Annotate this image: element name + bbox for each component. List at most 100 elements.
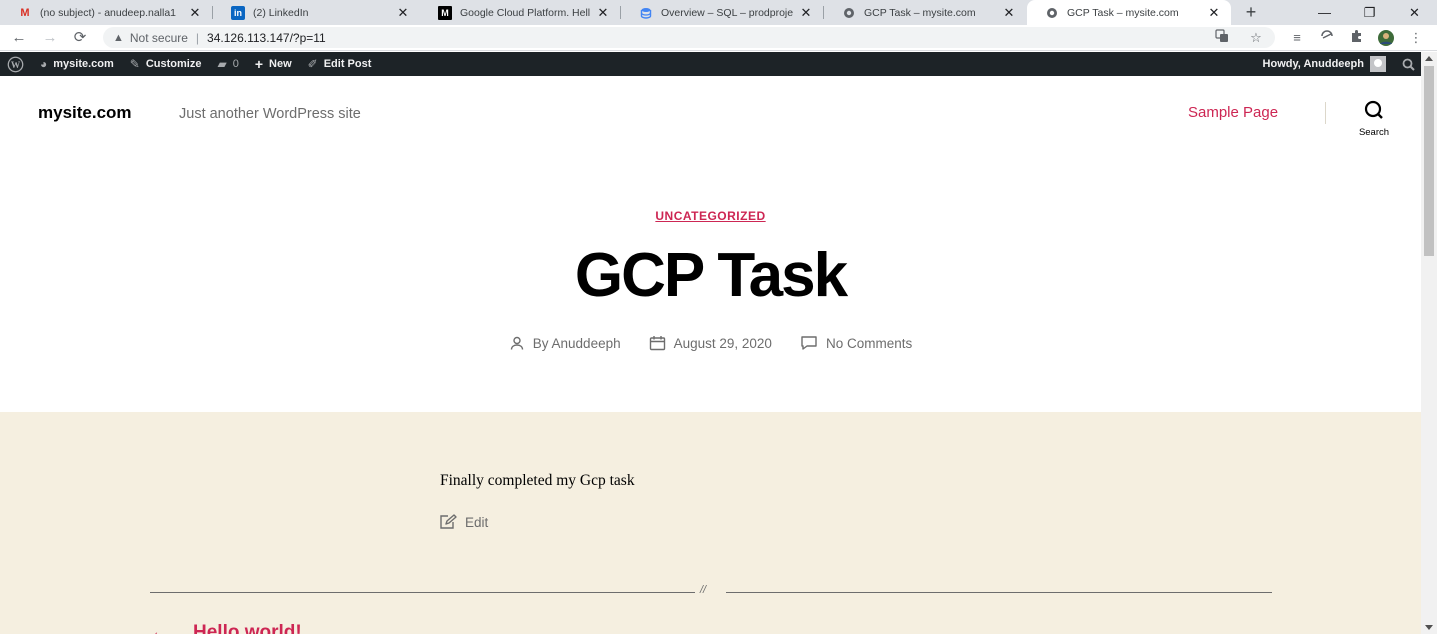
separator-mark: // xyxy=(700,584,707,596)
admin-edit-post-label: Edit Post xyxy=(323,58,372,70)
previous-post-title: Hello world! xyxy=(193,622,302,634)
edit-icon xyxy=(440,514,457,529)
profile-avatar-icon[interactable] xyxy=(1377,29,1395,47)
post-comments[interactable]: No Comments xyxy=(800,335,912,351)
globe-icon xyxy=(842,6,856,20)
category-link[interactable]: UNCATEGORIZED xyxy=(655,209,765,223)
admin-edit-post-link[interactable]: ✐ Edit Post xyxy=(300,52,380,76)
restore-button[interactable]: ❐ xyxy=(1347,0,1392,25)
site-header: mysite.com Just another WordPress site S… xyxy=(0,76,1421,164)
comments-text: No Comments xyxy=(825,335,913,351)
separator-line-right xyxy=(726,592,1272,593)
tab-title: GCP Task – mysite.com xyxy=(1067,6,1179,19)
admin-customize-link[interactable]: ✎ Customize xyxy=(122,52,210,76)
arrow-left-icon: ← xyxy=(150,622,169,634)
tab-medium[interactable]: M Google Cloud Platform. Hello ✕ xyxy=(420,0,620,25)
pencil-icon: ✐ xyxy=(307,57,318,71)
post-date[interactable]: August 29, 2020 xyxy=(649,335,772,351)
minimize-button[interactable]: — xyxy=(1302,0,1347,25)
admin-site-name: mysite.com xyxy=(53,58,114,70)
star-icon[interactable]: ☆ xyxy=(1247,29,1265,47)
post-title: GCP Task xyxy=(574,241,848,310)
url-text[interactable]: 34.126.113.147/?p=11 xyxy=(207,31,326,45)
tab-cloud-sql[interactable]: Overview – SQL – prodproject ✕ xyxy=(621,0,823,25)
comment-icon xyxy=(801,336,817,350)
plus-icon: + xyxy=(254,56,264,72)
post-body: Finally completed my Gcp task xyxy=(440,472,635,489)
security-label[interactable]: Not secure xyxy=(130,31,188,45)
admin-bar-right: Howdy, Anuddeeph xyxy=(1255,52,1421,76)
puzzle-icon[interactable] xyxy=(1348,29,1366,47)
gmail-icon: M xyxy=(20,6,30,19)
close-icon[interactable]: ✕ xyxy=(396,5,410,20)
tab-linkedin[interactable]: in (2) LinkedIn ✕ xyxy=(213,0,420,25)
globe-icon xyxy=(1045,6,1059,20)
menu-kebab-icon[interactable]: ⋮ xyxy=(1407,29,1425,47)
search-toggle-button[interactable]: Search xyxy=(1352,100,1396,140)
back-button[interactable]: ← xyxy=(9,28,29,48)
warning-icon[interactable]: ▲ xyxy=(113,32,124,44)
search-label: Search xyxy=(1358,127,1390,138)
tab-gmail[interactable]: M (no subject) - anudeep.nalla1 ✕ xyxy=(0,0,212,25)
scroll-down-arrow-icon[interactable] xyxy=(1425,625,1433,630)
post-content-area: Finally completed my Gcp task Edit // ← … xyxy=(0,412,1421,634)
scrollbar-thumb[interactable] xyxy=(1424,66,1434,256)
forward-button[interactable]: → xyxy=(40,28,60,48)
site-title[interactable]: mysite.com xyxy=(38,103,132,123)
close-icon[interactable]: ✕ xyxy=(596,5,610,20)
tab-title: Overview – SQL – prodproject xyxy=(661,6,793,19)
post-author[interactable]: By Anuddeeph xyxy=(509,335,621,351)
admin-search-icon[interactable] xyxy=(1394,52,1421,76)
extension-icon[interactable] xyxy=(1318,29,1336,47)
admin-site-link[interactable]: ◕ mysite.com xyxy=(32,52,122,76)
author-text: By Anuddeeph xyxy=(532,335,621,351)
close-icon[interactable]: ✕ xyxy=(188,5,202,20)
scroll-up-arrow-icon[interactable] xyxy=(1425,56,1433,61)
admin-customize-label: Customize xyxy=(145,58,202,70)
tab-title: (no subject) - anudeep.nalla1 xyxy=(40,6,177,19)
page-scrollbar[interactable] xyxy=(1421,52,1437,634)
medium-icon: M xyxy=(438,5,452,20)
address-bar[interactable]: ▲ Not secure | 34.126.113.147/?p=11 ☆ xyxy=(103,27,1275,48)
menu-item-sample-page[interactable]: Sample Page xyxy=(1188,104,1278,121)
brush-icon: ✎ xyxy=(129,57,140,71)
reading-list-icon[interactable]: ≡ xyxy=(1288,29,1306,47)
howdy-text: Howdy, Anuddeeph xyxy=(1262,58,1364,70)
admin-comments-link[interactable]: ▰ 0 xyxy=(209,52,246,76)
close-icon[interactable]: ✕ xyxy=(1002,5,1016,20)
search-icon xyxy=(1364,100,1383,119)
linkedin-icon: in xyxy=(231,5,245,20)
close-icon[interactable]: ✕ xyxy=(799,5,813,20)
tab-strip: M (no subject) - anudeep.nalla1 ✕ in (2)… xyxy=(0,0,1437,25)
new-tab-button[interactable]: + xyxy=(1241,2,1261,23)
tab-title: GCP Task – mysite.com xyxy=(864,6,976,19)
admin-account-link[interactable]: Howdy, Anuddeeph xyxy=(1255,52,1394,76)
header-separator xyxy=(1325,102,1326,124)
tab-title: (2) LinkedIn xyxy=(253,6,309,19)
entry-categories: UNCATEGORIZED xyxy=(0,207,1421,225)
browser-window: M (no subject) - anudeep.nalla1 ✕ in (2)… xyxy=(0,0,1437,634)
previous-post-link[interactable]: ← Hello world! xyxy=(150,622,302,634)
post-meta: By Anuddeeph August 29, 2020 No Comments xyxy=(0,335,1421,351)
edit-post-link[interactable]: Edit xyxy=(439,514,488,530)
address-separator: | xyxy=(195,30,200,45)
tab-gcp-task[interactable]: GCP Task – mysite.com ✕ xyxy=(824,0,1026,25)
close-icon[interactable]: ✕ xyxy=(1207,5,1221,20)
user-icon xyxy=(510,336,523,350)
cloud-sql-icon xyxy=(639,6,653,20)
reload-button[interactable]: ⟳ xyxy=(70,28,90,48)
tab-gcp-task-active[interactable]: GCP Task – mysite.com ✕ xyxy=(1027,0,1231,25)
page-viewport: W ◕ mysite.com ✎ Customize ▰ 0 + New ✐ E… xyxy=(0,52,1437,634)
admin-new-label: New xyxy=(269,58,292,70)
comment-bubble-icon: ▰ xyxy=(217,57,227,71)
edit-label: Edit xyxy=(465,514,489,530)
browser-toolbar: ← → ⟳ ▲ Not secure | 34.126.113.147/?p=1… xyxy=(0,25,1437,51)
calendar-icon xyxy=(649,336,665,351)
translate-icon[interactable] xyxy=(1213,29,1231,47)
wordpress-logo-icon[interactable]: W xyxy=(0,52,32,76)
close-window-button[interactable]: ✕ xyxy=(1392,0,1437,25)
dashboard-icon: ◕ xyxy=(40,57,48,71)
separator-line-left xyxy=(150,592,695,593)
admin-new-link[interactable]: + New xyxy=(247,52,300,76)
wp-admin-bar: W ◕ mysite.com ✎ Customize ▰ 0 + New ✐ E… xyxy=(0,52,1421,76)
